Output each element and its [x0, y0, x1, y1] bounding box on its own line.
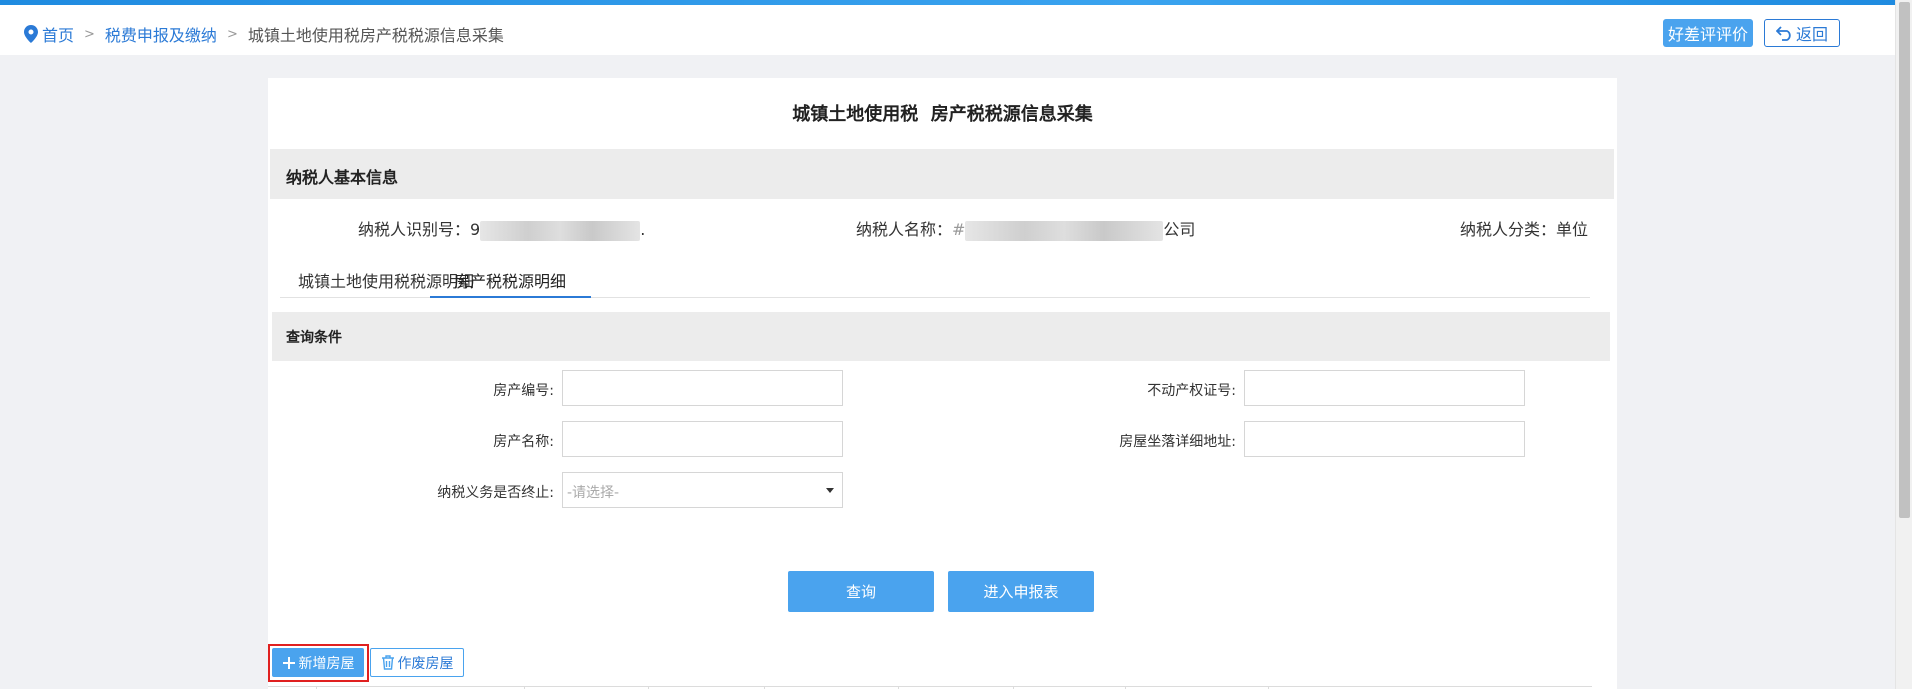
page-title: 城镇土地使用税 房产税税源信息采集: [792, 104, 1093, 125]
taxpayer-info-header: 纳税人基本信息: [270, 149, 1614, 199]
enter-report-button[interactable]: 进入申报表: [948, 571, 1094, 612]
void-property-button[interactable]: 作废房屋: [370, 648, 464, 677]
back-button-label: 返回: [1795, 25, 1828, 44]
taxpayer-id-row: 纳税人识别号：9.: [358, 216, 645, 241]
rate-evaluation-button[interactable]: 好差评评价: [1663, 19, 1753, 47]
vertical-scrollbar[interactable]: [1895, 0, 1912, 689]
taxpayer-name-label: 纳税人名称：: [856, 220, 953, 239]
property-address-label: 房屋坐落详细地址:: [1119, 434, 1236, 450]
query-conditions-header: 查询条件: [272, 312, 1610, 361]
taxpayer-category-row: 纳税人分类：单位: [1460, 216, 1588, 240]
taxpayer-name-row: 纳税人名称：# 公司: [856, 216, 1195, 241]
add-property-label: 新增房屋: [298, 655, 355, 672]
taxpayer-category-label: 纳税人分类：: [1460, 220, 1557, 239]
top-bar: 首页 > 税费申报及缴纳 > 城镇土地使用税房产税税源信息采集 好差评评价 返回: [0, 5, 1895, 55]
taxpayer-name-value-prefix: #: [952, 220, 966, 239]
breadcrumb-tax-filing-link[interactable]: 税费申报及缴纳: [105, 22, 217, 46]
select-placeholder: -请选择-: [567, 485, 620, 501]
taxpayer-name-value-suffix: 公司: [1163, 220, 1196, 239]
property-cert-no-input[interactable]: [1244, 370, 1525, 406]
taxpayer-name-redacted: [965, 220, 1164, 241]
main-card: 城镇土地使用税 房产税税源信息采集 纳税人基本信息 纳税人识别号：9. 纳税人名…: [268, 78, 1617, 689]
trash-icon: [381, 655, 394, 670]
query-conditions-title: 查询条件: [286, 330, 342, 346]
taxpayer-id-label: 纳税人识别号：: [358, 220, 471, 239]
property-no-input[interactable]: [562, 370, 843, 406]
breadcrumb-current: 城镇土地使用税房产税税源信息采集: [247, 26, 504, 45]
property-name-input[interactable]: [562, 421, 843, 457]
taxpayer-id-redacted: [480, 220, 641, 241]
tax-obligation-terminated-select[interactable]: -请选择-: [562, 472, 843, 508]
add-property-button[interactable]: 新增房屋: [272, 648, 364, 677]
back-button[interactable]: 返回: [1764, 19, 1840, 47]
caret-down-icon: [826, 488, 834, 493]
void-property-label: 作废房屋: [397, 655, 454, 672]
taxpayer-id-value-suffix: .: [640, 220, 646, 239]
breadcrumb-separator: >: [226, 26, 238, 42]
undo-arrow-icon: [1775, 26, 1791, 41]
scrollbar-thumb[interactable]: [1899, 2, 1910, 518]
taxpayer-info-title: 纳税人基本信息: [286, 168, 399, 187]
breadcrumb-separator: >: [84, 26, 95, 42]
search-button[interactable]: 查询: [788, 571, 934, 612]
location-pin-icon: [24, 25, 38, 43]
tax-obligation-terminated-label: 纳税义务是否终止:: [437, 485, 554, 501]
breadcrumb: 首页 > 税费申报及缴纳 > 城镇土地使用税房产税税源信息采集: [24, 22, 504, 46]
plus-icon: [282, 656, 295, 669]
taxpayer-category-value: 单位: [1556, 220, 1589, 239]
breadcrumb-home-link[interactable]: 首页: [42, 22, 74, 46]
property-cert-no-label: 不动产权证号:: [1147, 383, 1236, 399]
detail-tabs: 城镇土地使用税税源明细 房产税税源明细: [280, 260, 1590, 298]
tab-property-tax-detail[interactable]: 房产税税源明细: [430, 260, 591, 298]
property-address-input[interactable]: [1244, 421, 1525, 457]
property-name-label: 房产名称:: [493, 434, 554, 450]
taxpayer-id-value-prefix: 9: [470, 220, 481, 239]
property-no-label: 房产编号:: [493, 383, 554, 399]
